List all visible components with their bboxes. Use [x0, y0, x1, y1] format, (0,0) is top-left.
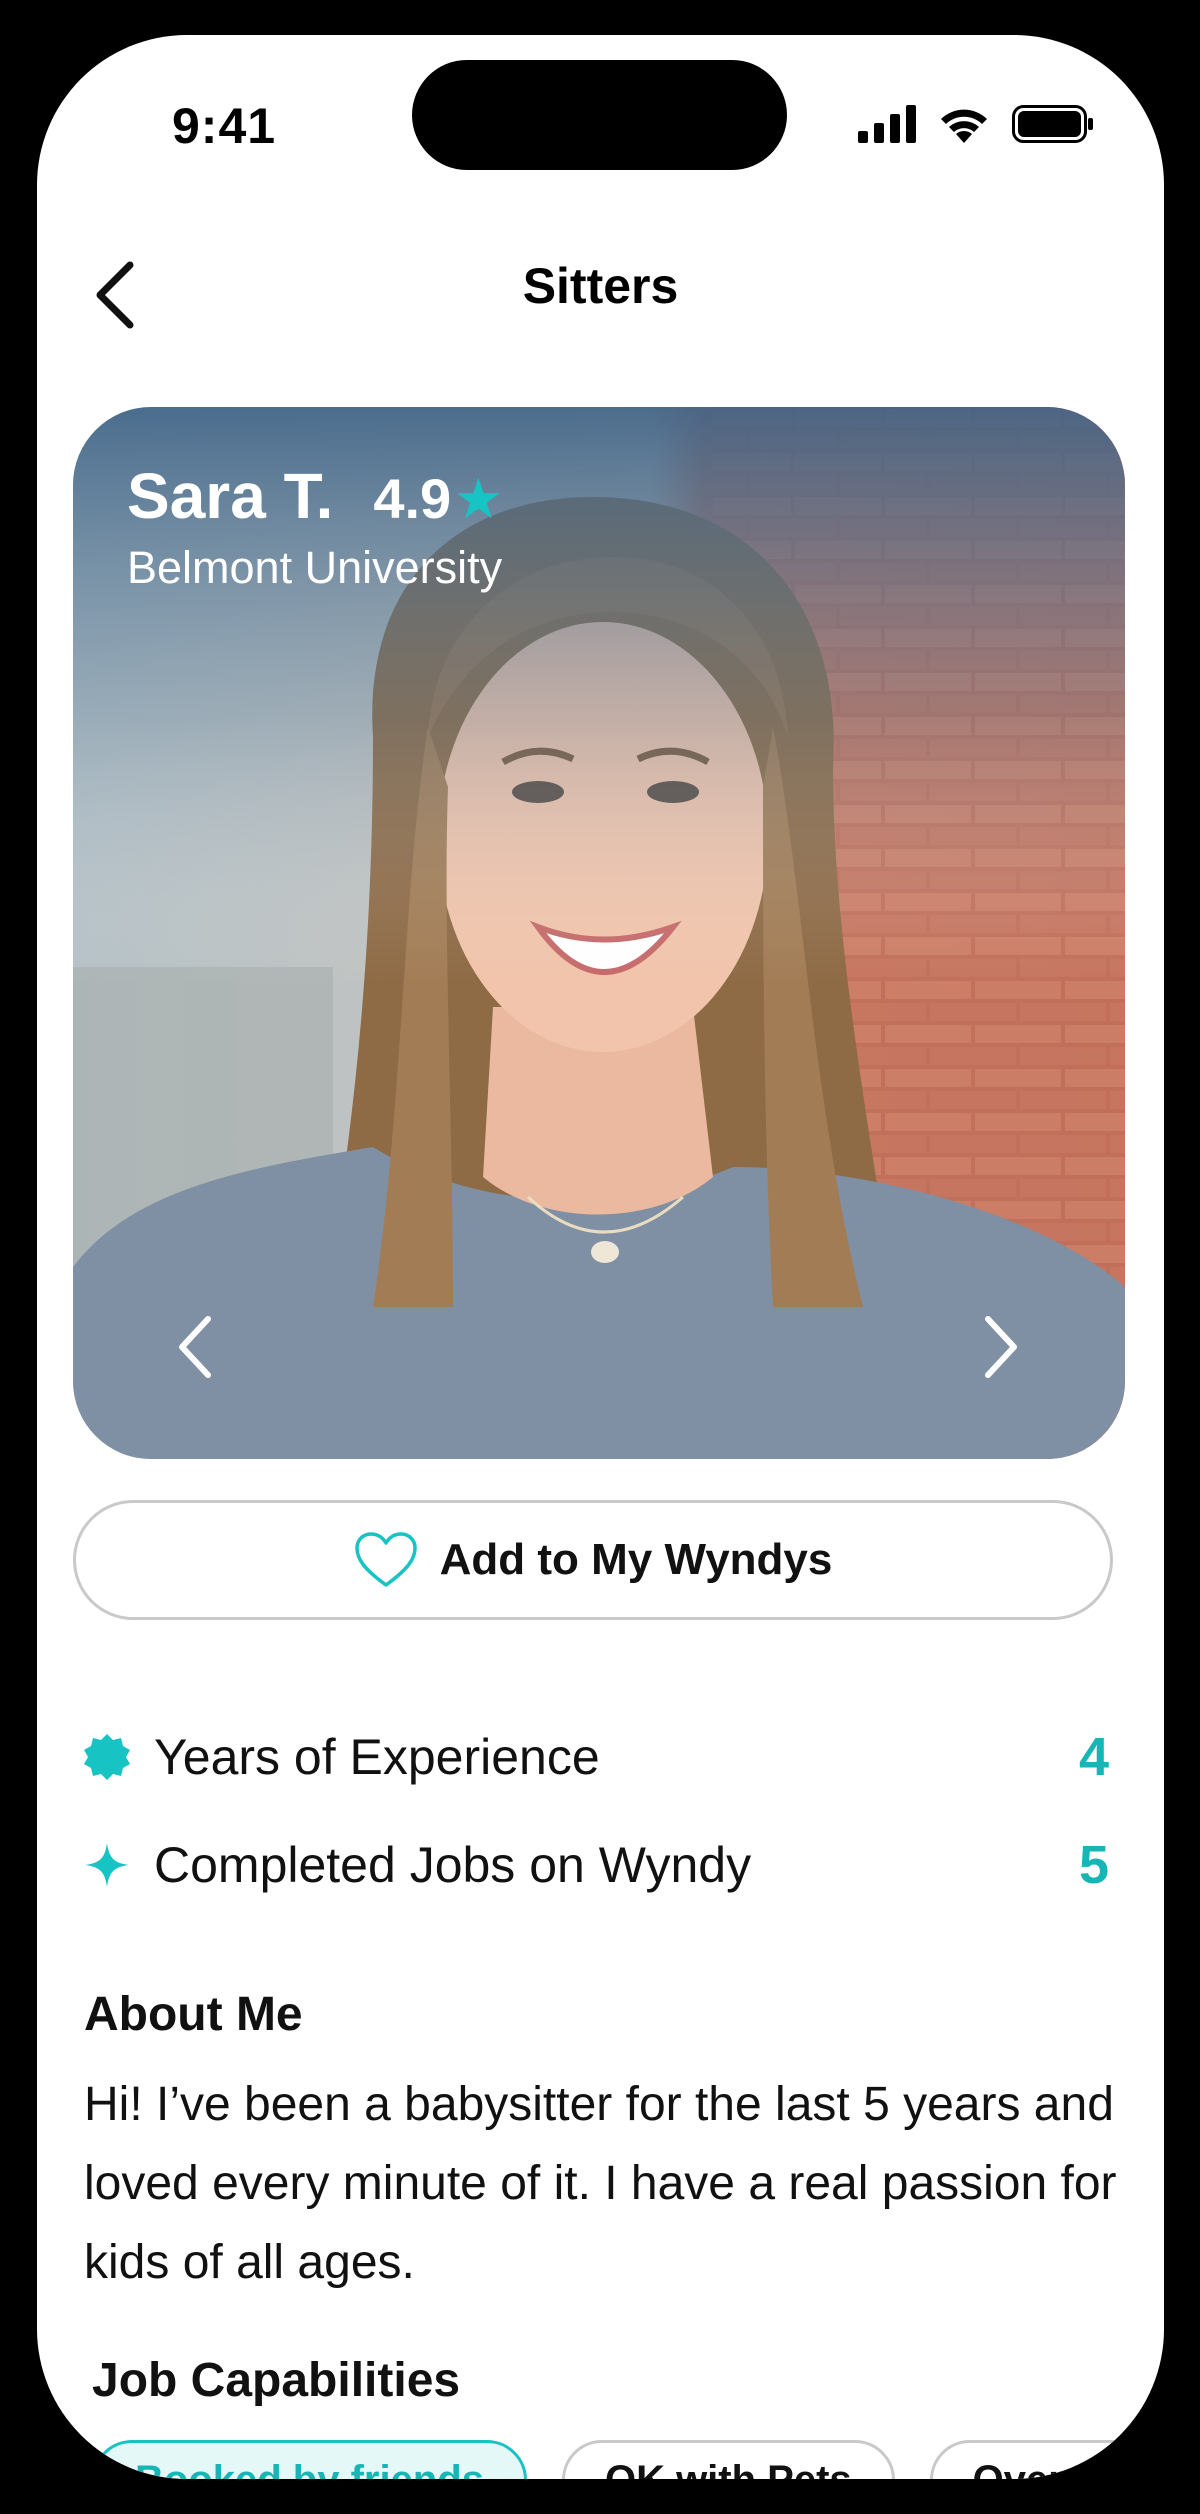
- heart-icon: [354, 1532, 417, 1587]
- job-capabilities-heading: Job Capabilities: [92, 2354, 461, 2407]
- stat-label: Completed Jobs on Wyndy: [154, 1837, 752, 1893]
- chevron-left-icon: [179, 1316, 211, 1378]
- stat-label: Years of Experience: [154, 1729, 600, 1785]
- star-icon: ★: [453, 467, 504, 530]
- chevron-right-icon: [985, 1316, 1017, 1378]
- stat-years-experience: Years of Experience 4: [82, 1717, 1109, 1797]
- signal-icon: [858, 105, 916, 143]
- stat-completed-jobs: Completed Jobs on Wyndy 5: [82, 1825, 1109, 1905]
- capability-chips: Booked by friends OK with Pets Overnight: [92, 2440, 1164, 2479]
- about-me-text: Hi! I’ve been a babysitter for the last …: [84, 2078, 1117, 2289]
- next-photo-button[interactable]: [968, 1307, 1028, 1387]
- status-icons: [858, 105, 1094, 143]
- chip-ok-with-pets[interactable]: OK with Pets: [561, 2440, 895, 2479]
- add-to-wyndys-label: Add to My Wyndys: [439, 1535, 833, 1584]
- chip-booked-by-friends[interactable]: Booked by friends: [92, 2440, 527, 2479]
- dynamic-island: [412, 60, 787, 170]
- page-title: Sitters: [522, 258, 679, 314]
- wifi-icon: [941, 109, 987, 143]
- phone-screen: 9:41 Sitters Sara T. 4.9 ★ Belmont Unive…: [37, 35, 1164, 2479]
- sparkle-icon: [82, 1840, 132, 1890]
- sitter-name: Sara T.: [127, 460, 334, 532]
- sitter-rating: 4.9: [373, 467, 452, 530]
- about-me-heading: About Me: [84, 1988, 303, 2041]
- stat-value: 5: [1078, 1835, 1109, 1895]
- add-to-wyndys-button[interactable]: Add to My Wyndys: [73, 1500, 1113, 1620]
- stat-value: 4: [1078, 1727, 1109, 1787]
- sitter-photo-card[interactable]: Sara T. 4.9 ★ Belmont University: [73, 407, 1125, 1459]
- sitter-name-row: Sara T. 4.9 ★: [127, 459, 503, 533]
- sitter-school: Belmont University: [127, 542, 503, 593]
- badge-icon: [82, 1732, 132, 1782]
- battery-icon: [1012, 105, 1093, 143]
- status-time: 9:41: [172, 98, 277, 154]
- previous-photo-button[interactable]: [168, 1307, 228, 1387]
- chip-overnight[interactable]: Overnight: [929, 2440, 1164, 2479]
